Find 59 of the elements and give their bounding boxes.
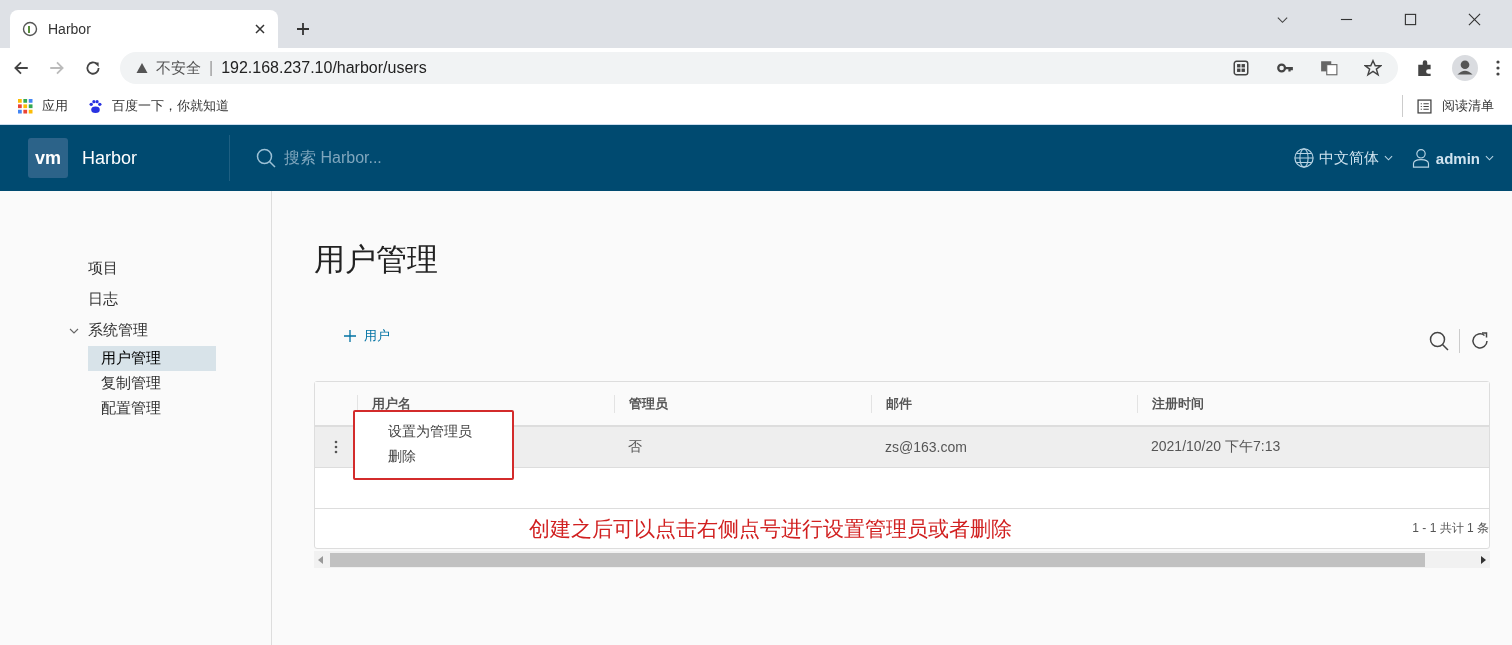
scrollbar-thumb[interactable] [330,552,1425,567]
horizontal-scrollbar[interactable] [314,551,1490,568]
translate-icon[interactable] [1320,59,1338,77]
chevron-icon[interactable] [69,328,79,334]
add-user-button[interactable]: 用户 [344,327,390,345]
url-text: 192.168.237.10/harbor/users [221,59,427,77]
brand-name[interactable]: Harbor [82,147,138,169]
security-label: 不安全 [156,58,201,78]
back-arrow-icon[interactable] [12,59,30,77]
column-header[interactable]: 邮件 [871,394,1137,413]
qr-code-icon[interactable] [1232,59,1250,77]
sidebar-item[interactable]: 项目 [88,259,118,278]
column-header[interactable]: 管理员 [614,394,871,413]
scroll-right-icon[interactable] [1480,555,1486,564]
sidebar-item[interactable]: 配置管理 [88,396,216,421]
address-bar[interactable]: 不安全 | 192.168.237.10/harbor/users [120,52,1398,84]
paw-icon [88,98,103,114]
table-cell-text: 否 [627,438,643,456]
refresh-icon[interactable] [1470,331,1490,351]
language-dropdown[interactable]: 中文简体 [1293,148,1393,168]
maximize-icon[interactable] [1404,13,1417,26]
vm-logo: vm [28,138,68,178]
user-dropdown[interactable]: admin [1410,148,1494,168]
reading-list-link[interactable]: 阅读清单 [1442,97,1494,115]
profile-avatar-icon[interactable] [1452,55,1478,81]
plus-icon [344,330,356,342]
new-tab-icon[interactable] [296,22,310,36]
caret-icon [1485,155,1494,161]
menu-item[interactable]: 删除 [388,448,512,466]
globe-icon [1293,148,1314,168]
kebab-menu-icon[interactable] [334,440,338,454]
sidebar-item[interactable]: 日志 [88,290,118,309]
reload-icon[interactable] [84,59,102,77]
bookmark-link[interactable]: 应用 [42,97,68,115]
column-header[interactable]: 注册时间 [1137,394,1489,413]
menu-icon[interactable] [1496,60,1500,76]
warning-icon [136,62,148,74]
annotation-text: 创建之后可以点击右侧点号进行设置管理员或者删除 [529,515,1013,542]
search-icon [256,148,276,168]
caret-icon [1383,155,1393,161]
close-icon[interactable] [254,23,266,35]
search-icon[interactable] [1429,331,1449,351]
reading-list-icon [1417,98,1432,114]
puzzle-icon[interactable] [1416,59,1434,77]
sidebar-item[interactable]: 系统管理 [88,321,148,340]
table-cell-text: zs@163.com [884,439,968,455]
page-title: 用户管理 [314,241,439,279]
sidebar-item[interactable]: 复制管理 [88,371,216,396]
pagination-text: 1 - 1 共计 1 条 [1412,520,1489,537]
close-icon[interactable] [1468,13,1481,26]
user-icon [1410,148,1431,168]
harbor-favicon-icon [22,21,38,37]
table-cell-text: 2021/10/20 下午7:13 [1150,438,1282,456]
apps-grid-icon [18,98,33,114]
separator-text: | [209,59,214,77]
sidebar-item[interactable]: 用户管理 [88,346,216,371]
star-icon[interactable] [1364,59,1382,77]
search-field[interactable]: 搜索 Harbor... [282,148,526,168]
bookmark-link[interactable]: 百度一下，你就知道 [112,97,229,115]
